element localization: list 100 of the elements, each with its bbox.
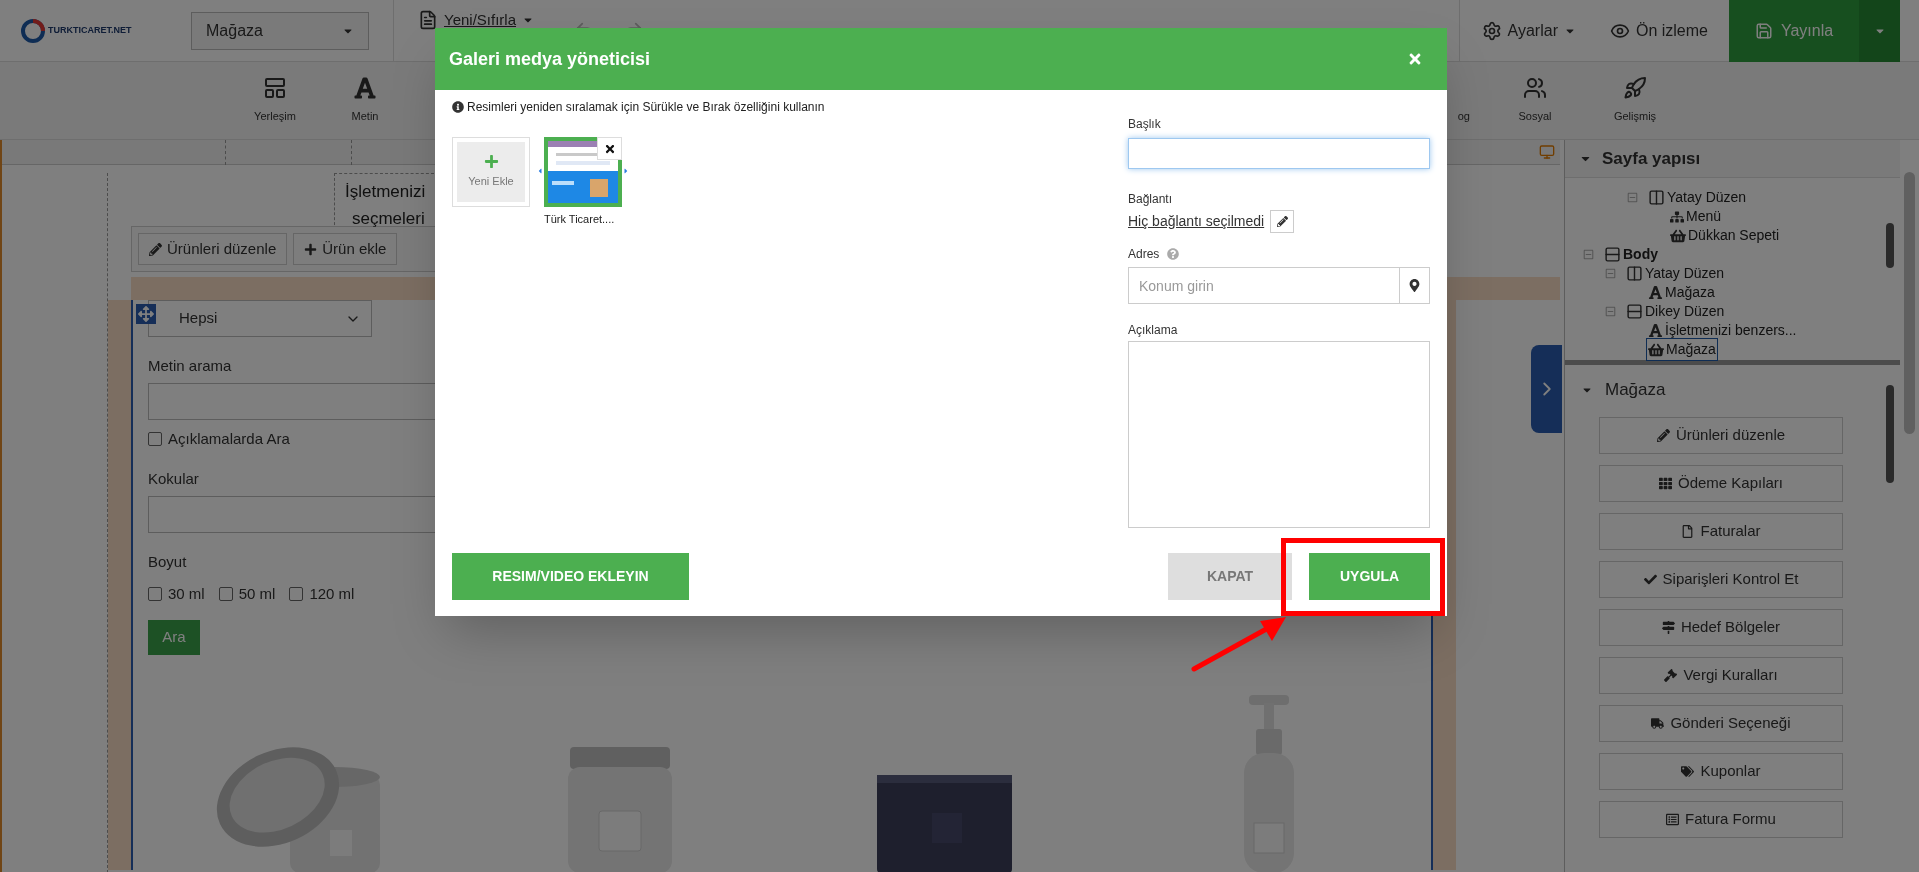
collapse-toggle-icon[interactable] — [1583, 249, 1594, 260]
letter-icon — [1648, 285, 1663, 300]
toolbar-tool[interactable]: Gelişmiş — [1595, 76, 1675, 125]
settings-icon — [1481, 20, 1502, 41]
file-icon — [1681, 525, 1695, 538]
panel-toggle-tab[interactable] — [1531, 345, 1562, 433]
columns-icon — [1648, 189, 1665, 206]
checkbox-label: Açıklamalarda Ara — [168, 428, 290, 449]
panel-title: Mağaza — [1605, 379, 1666, 402]
tags-icon — [1681, 765, 1695, 778]
field-label: Başlık — [1128, 116, 1162, 133]
close-icon[interactable] — [1407, 51, 1423, 67]
close-icon — [603, 142, 616, 155]
pencil-icon — [149, 242, 162, 256]
check-icon — [1643, 573, 1657, 586]
checkbox-label: 30 ml — [168, 584, 205, 604]
checkbox-label: 120 ml — [309, 584, 355, 604]
store-button[interactable]: Hedef Bölgeler — [1599, 609, 1843, 646]
link-value[interactable]: Hiç bağlantı seçilmedi — [1128, 211, 1265, 232]
basket-icon — [1648, 341, 1664, 358]
add-new-tile[interactable]: Yeni Ekle — [452, 137, 530, 207]
move-handle-icon[interactable] — [136, 304, 156, 324]
collapse-toggle-icon[interactable] — [1627, 192, 1638, 203]
store-button[interactable]: Fatura Formu — [1599, 801, 1843, 838]
basket-icon — [1670, 227, 1686, 244]
location-pin-icon — [1408, 279, 1421, 292]
preview-button[interactable]: Ön izleme — [1609, 18, 1708, 43]
store-button[interactable]: Ödeme Kapıları — [1599, 465, 1843, 502]
columns-icon — [1626, 265, 1643, 282]
edit-link-button[interactable] — [1270, 210, 1295, 233]
apply-button[interactable]: UYGULA — [1309, 553, 1430, 600]
pencil-icon — [1276, 216, 1288, 227]
checkbox[interactable] — [289, 587, 304, 602]
store-button[interactable]: Ürünleri düzenle — [1599, 417, 1843, 454]
logo-text: TURKTICARET.NET — [48, 23, 132, 37]
heading-text: seçmeleri — [352, 208, 425, 230]
truck-icon — [1651, 717, 1665, 730]
tree-item[interactable]: Mağaza — [1646, 338, 1718, 361]
store-button[interactable]: Kuponlar — [1599, 753, 1843, 790]
thumbnail-caption: Türk Ticaret.... — [544, 212, 615, 227]
toolbar-tool[interactable]: Metin — [325, 76, 405, 125]
monitor-icon[interactable] — [1539, 144, 1555, 160]
location-button[interactable] — [1400, 267, 1430, 304]
grid-icon — [1658, 477, 1672, 490]
move-right-icon[interactable] — [622, 167, 630, 175]
store-button[interactable]: Gönderi Seçeneği — [1599, 705, 1843, 742]
scrollbar-thumb[interactable] — [1886, 385, 1894, 483]
help-icon[interactable] — [1167, 248, 1180, 260]
checkbox[interactable] — [148, 431, 162, 446]
category-select[interactable]: Hepsi — [148, 300, 372, 337]
reset-menu[interactable]: Yeni/Sıfırla — [418, 9, 534, 32]
field-label: Boyut — [148, 551, 188, 572]
publish-button[interactable]: Yayınla — [1729, 0, 1859, 62]
checkbox[interactable] — [148, 587, 162, 602]
field-label: Adres — [1128, 246, 1160, 263]
add-media-button[interactable]: RESIM/VIDEO EKLEYIN — [452, 553, 689, 600]
gavel-icon — [1664, 669, 1678, 682]
toolbar-tool[interactable]: Sosyal — [1495, 76, 1575, 125]
logo-icon — [20, 17, 46, 44]
settings-menu[interactable]: Ayarlar — [1481, 18, 1576, 43]
store-button[interactable]: Vergi Kuralları — [1599, 657, 1843, 694]
checkbox-label: 50 ml — [238, 584, 276, 604]
letter-icon — [353, 76, 377, 101]
layout-icon — [263, 76, 287, 101]
file-icon — [418, 10, 438, 31]
search-button[interactable]: Ara — [148, 619, 200, 655]
store-button[interactable]: Faturalar — [1599, 513, 1843, 550]
store-button[interactable]: Siparişleri Kontrol Et — [1599, 561, 1843, 598]
page-select[interactable]: Mağaza — [191, 11, 369, 50]
collapse-toggle-icon[interactable] — [1605, 306, 1616, 317]
widget-button[interactable]: Ürünleri düzenle — [138, 233, 288, 265]
dialog-title: Galeri medya yöneticisi — [449, 47, 651, 71]
title-field[interactable] — [1128, 138, 1430, 169]
sitemap-icon — [1670, 209, 1684, 224]
pencil-icon — [1656, 429, 1670, 442]
remove-button[interactable] — [597, 137, 622, 160]
field-label: Kokular — [148, 469, 200, 489]
collapse-toggle-icon[interactable] — [1605, 268, 1616, 279]
media-thumbnail[interactable] — [544, 137, 622, 207]
toolbar-tool[interactable]: Yerleşim — [235, 76, 315, 125]
widget-button[interactable]: Ürün ekle — [293, 233, 398, 265]
field-label: Bağlantı — [1128, 191, 1174, 208]
rocket-icon — [1623, 76, 1647, 101]
scrollbar-thumb[interactable] — [1886, 223, 1894, 268]
save-icon — [1754, 21, 1773, 40]
people-icon — [1523, 76, 1547, 101]
field-label: Metin arama — [148, 356, 233, 376]
checkbox[interactable] — [218, 587, 233, 602]
move-left-icon[interactable] — [536, 167, 544, 175]
plus-icon — [483, 154, 499, 170]
info-icon — [452, 101, 464, 113]
hint-text: Resimleri yeniden sıralamak için Sürükle ve Bırak özelliğini kullanın — [467, 99, 825, 116]
close-button[interactable]: KAPAT — [1168, 553, 1292, 600]
plus-icon — [304, 242, 318, 256]
letter-icon — [1648, 323, 1663, 338]
address-field[interactable]: Konum girin — [1128, 267, 1400, 304]
description-field[interactable] — [1128, 341, 1430, 528]
field-label: Açıklama — [1128, 322, 1179, 339]
scrollbar-thumb[interactable] — [1904, 172, 1915, 434]
rows-icon — [1604, 246, 1621, 263]
